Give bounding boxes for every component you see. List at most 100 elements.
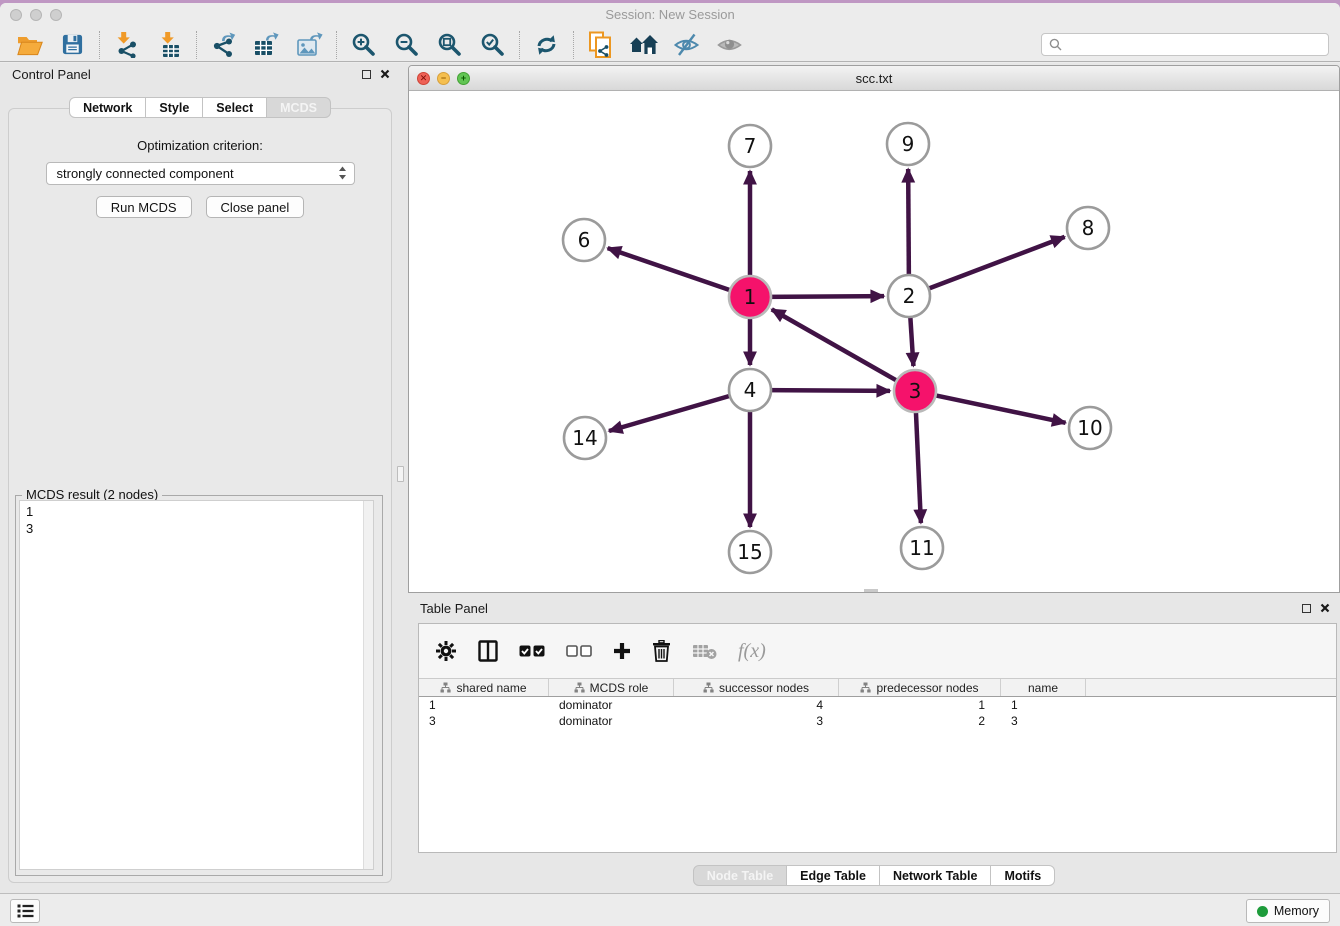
app-window: Session: New Session — [0, 3, 1340, 926]
graph-edge-2-8[interactable] — [925, 237, 1065, 290]
column-header-name[interactable]: name — [1001, 679, 1086, 696]
table-cell[interactable]: 1 — [839, 698, 1001, 712]
export-image-button[interactable] — [288, 30, 331, 60]
column-header-successor-nodes[interactable]: successor nodes — [674, 679, 839, 696]
toolbar-separator — [519, 31, 520, 59]
network-canvas[interactable]: 7968124314101511 — [409, 91, 1339, 592]
table-cell[interactable]: 1 — [1001, 698, 1086, 712]
graph-edge-3-11[interactable] — [916, 408, 921, 523]
table-cell[interactable]: dominator — [549, 698, 674, 712]
tab-select[interactable]: Select — [203, 97, 267, 118]
table-toolbar: f(x) — [419, 624, 1336, 678]
show-all-icon — [716, 36, 743, 54]
graph-node-label-10: 10 — [1077, 416, 1102, 440]
search-box[interactable] — [1041, 33, 1329, 56]
new-network-from-selection-button[interactable] — [579, 30, 622, 60]
save-session-button[interactable] — [51, 30, 94, 60]
graph-edge-4-3[interactable] — [767, 390, 890, 391]
table-row[interactable]: 3dominator323 — [419, 713, 1336, 729]
tab-edge-table[interactable]: Edge Table — [787, 865, 880, 886]
toolbar-separator — [99, 31, 100, 59]
gear-icon[interactable] — [435, 640, 457, 662]
graph-edge-2-9[interactable] — [908, 169, 909, 279]
table-cell[interactable]: 4 — [674, 698, 839, 712]
zoom-out-button[interactable] — [385, 30, 428, 60]
graph-node-label-7: 7 — [744, 134, 757, 158]
column-header-shared-name[interactable]: shared name — [419, 679, 549, 696]
column-header-MCDS-role[interactable]: MCDS role — [549, 679, 674, 696]
table-cell[interactable]: 1 — [419, 698, 549, 712]
show-columns-icon[interactable] — [519, 645, 545, 657]
table-cell[interactable]: 3 — [1001, 714, 1086, 728]
zoom-in-button[interactable] — [342, 30, 385, 60]
graph-edge-1-2[interactable] — [767, 296, 884, 297]
export-table-button[interactable] — [245, 30, 288, 60]
graph-edge-2-3[interactable] — [910, 313, 913, 366]
control-panel-header: Control Panel — [0, 63, 400, 87]
canvas-grip — [864, 589, 878, 592]
float-table-panel-icon[interactable] — [1302, 604, 1311, 613]
panel-splitter-handle[interactable] — [397, 466, 404, 482]
tab-motifs[interactable]: Motifs — [991, 865, 1055, 886]
search-icon — [1049, 38, 1062, 51]
tab-node-table[interactable]: Node Table — [693, 865, 787, 886]
graph-node-label-6: 6 — [578, 228, 591, 252]
node-table[interactable]: shared name MCDS rolesuccessor nodes prede… — [419, 678, 1336, 852]
close-table-panel-icon[interactable] — [1320, 603, 1330, 613]
first-neighbors-icon — [629, 34, 659, 56]
hide-selected-button[interactable] — [665, 30, 708, 60]
close-panel-icon[interactable] — [380, 69, 390, 79]
close-panel-button[interactable]: Close panel — [206, 196, 305, 218]
refresh-button[interactable] — [525, 30, 568, 60]
mcds-result-area[interactable]: 1 3 — [19, 500, 374, 870]
first-neighbors-button[interactable] — [622, 30, 665, 60]
main-toolbar — [0, 28, 1340, 62]
open-file-button[interactable] — [8, 30, 51, 60]
network-graph[interactable]: 7968124314101511 — [409, 91, 1339, 592]
tab-network[interactable]: Network — [69, 97, 146, 118]
memory-button[interactable]: Memory — [1246, 899, 1330, 923]
new-network-from-selection-icon — [588, 31, 614, 59]
graph-node-label-14: 14 — [572, 426, 597, 450]
column-edit-icon — [440, 682, 451, 693]
graph-edge-1-6[interactable] — [608, 248, 734, 291]
import-table-button[interactable] — [148, 30, 191, 60]
tab-network-table[interactable]: Network Table — [880, 865, 992, 886]
table-cell[interactable]: 3 — [419, 714, 549, 728]
table-row[interactable]: 1dominator411 — [419, 697, 1336, 713]
tab-style[interactable]: Style — [146, 97, 203, 118]
zoom-fit-button[interactable] — [428, 30, 471, 60]
tab-mcds[interactable]: MCDS — [267, 97, 331, 118]
columns-icon[interactable] — [478, 640, 498, 662]
export-network-button[interactable] — [202, 30, 245, 60]
table-cell[interactable]: dominator — [549, 714, 674, 728]
graph-node-label-4: 4 — [744, 378, 757, 402]
graph-edge-3-10[interactable] — [932, 395, 1066, 423]
hide-selected-icon — [673, 32, 700, 57]
graph-edge-4-14[interactable] — [609, 395, 734, 431]
hide-columns-icon[interactable] — [566, 645, 592, 657]
save-session-icon — [61, 33, 84, 56]
graph-node-label-15: 15 — [737, 540, 762, 564]
zoom-selected-button[interactable] — [471, 30, 514, 60]
import-network-button[interactable] — [105, 30, 148, 60]
table-panel: Table Panel — [408, 597, 1340, 888]
table-cell[interactable]: 3 — [674, 714, 839, 728]
table-cell[interactable]: 2 — [839, 714, 1001, 728]
float-panel-icon[interactable] — [362, 70, 371, 79]
search-input[interactable] — [1067, 38, 1328, 52]
toolbar-separator — [573, 31, 574, 59]
add-column-icon[interactable] — [613, 642, 631, 660]
run-mcds-button[interactable]: Run MCDS — [96, 196, 192, 218]
show-all-button[interactable] — [708, 30, 751, 60]
column-header-label: shared name — [456, 681, 526, 695]
delete-column-icon[interactable] — [652, 640, 671, 662]
result-scrollbar[interactable] — [363, 501, 373, 869]
task-history-button[interactable] — [10, 899, 40, 923]
criterion-select[interactable]: strongly connected component — [46, 162, 355, 185]
graph-edge-3-1[interactable] — [772, 309, 901, 382]
mcds-result-text: 1 3 — [20, 501, 373, 539]
mcds-result-group: MCDS result (2 nodes) 1 3 — [15, 495, 383, 876]
column-header-predecessor-nodes[interactable]: predecessor nodes — [839, 679, 1001, 696]
column-header-label: predecessor nodes — [876, 681, 978, 695]
